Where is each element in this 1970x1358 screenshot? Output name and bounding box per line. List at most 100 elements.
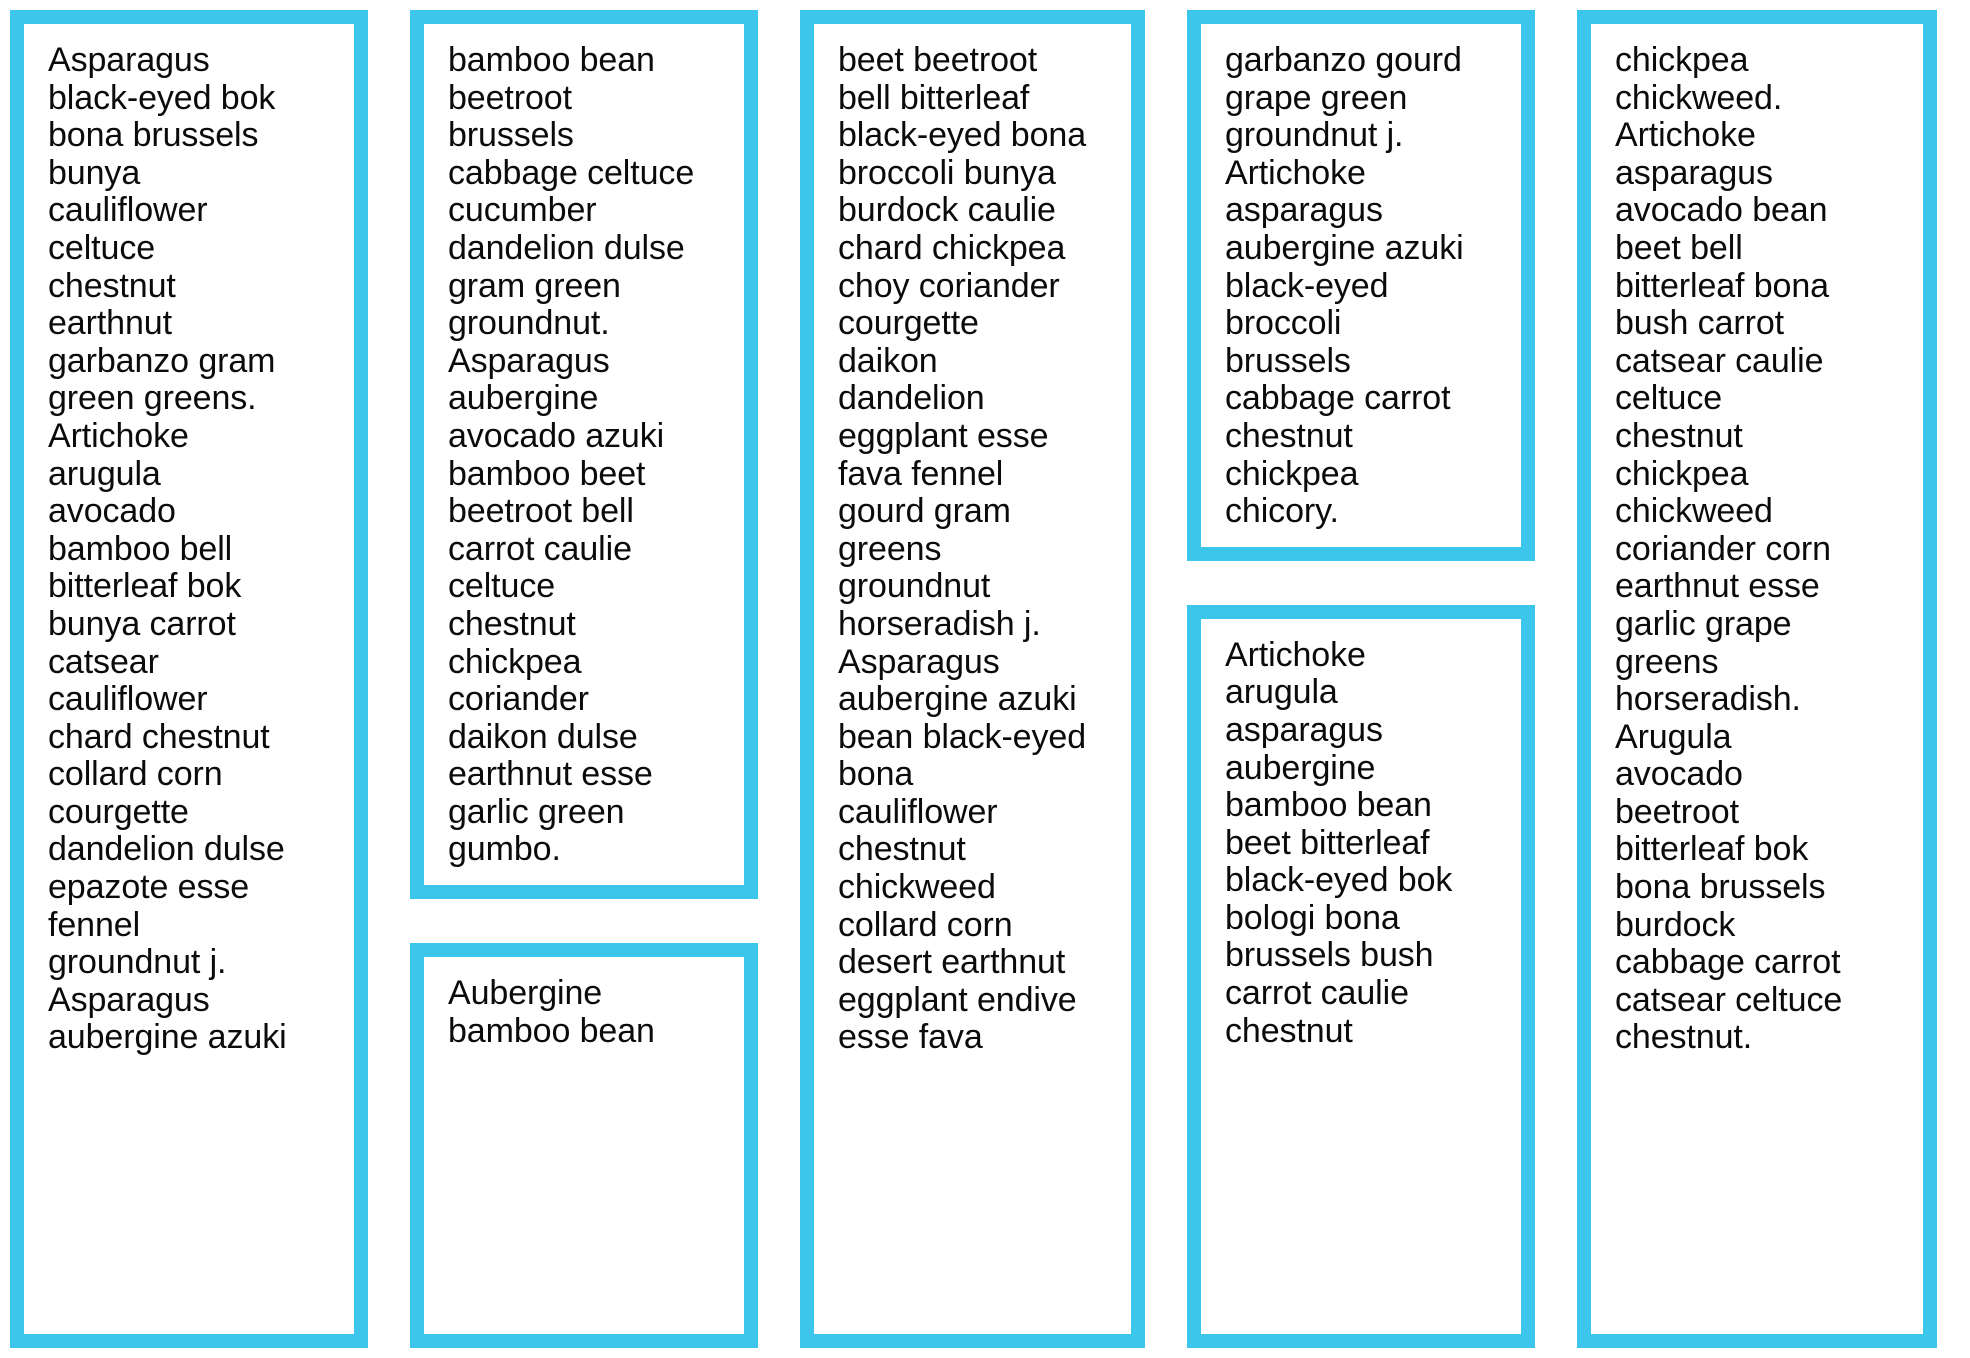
word-line: coriander corn — [1615, 529, 1831, 568]
word-line: eggplant esse — [838, 416, 1049, 455]
word-line: burdock — [1615, 905, 1736, 944]
word-line: cauliflower — [48, 680, 208, 719]
word-line: black-eyed bok — [48, 78, 276, 117]
word-line: garlic grape — [1615, 604, 1792, 643]
word-line: bologi bona — [1225, 898, 1400, 937]
word-line: earthnut — [48, 304, 172, 343]
word-line: celtuce — [1615, 379, 1723, 418]
word-line: bamboo bean — [448, 41, 655, 79]
word-line: arugula — [48, 454, 161, 493]
column-3: beet beetroot bell bitterleaf black-eyed b… — [800, 10, 1145, 1348]
word-box-7: chickpea chickweed. Artichoke asparagus avoc… — [1577, 10, 1937, 1348]
word-line: arugula — [1225, 673, 1338, 712]
word-line: epazote esse — [48, 868, 250, 907]
word-line: avocado bean — [1615, 191, 1828, 230]
column-4: garbanzo gourd grape green groundnut j. Art… — [1187, 10, 1535, 1348]
word-line: chestnut — [1615, 416, 1743, 455]
word-line: beet bitterleaf — [1225, 823, 1430, 862]
word-line: carrot caulie — [448, 529, 632, 568]
word-line: Asparagus — [48, 980, 210, 1019]
word-line: asparagus — [1225, 191, 1383, 230]
word-line: chickweed — [838, 868, 996, 907]
word-line: carrot caulie — [1225, 974, 1409, 1013]
word-box-1: Asparagus black-eyed bok bona brussels buny… — [10, 10, 368, 1348]
word-line: fennel — [48, 905, 141, 944]
word-line: dandelion — [838, 379, 985, 418]
word-box-6: Artichoke arugula asparagus aubergine bamboo… — [1187, 604, 1535, 1348]
word-line: dandelion dulse — [448, 228, 685, 267]
word-line: Arugula — [1615, 717, 1732, 756]
word-line: courgette — [838, 304, 979, 343]
word-line: cabbage carrot — [1225, 379, 1451, 418]
word-line: groundnut j. — [1225, 116, 1404, 155]
word-line: bunya carrot — [48, 604, 236, 643]
word-line: collard corn — [838, 905, 1013, 944]
word-line: bona — [838, 755, 914, 794]
word-line: garbanzo gourd — [1225, 41, 1462, 79]
word-list-1: Asparagus black-eyed bok bona brussels buny… — [48, 41, 338, 1057]
word-line: aubergine — [448, 379, 599, 418]
word-line: aubergine azuki — [838, 680, 1077, 719]
word-line: catsear caulie — [1615, 341, 1824, 380]
word-line: cucumber — [448, 191, 597, 230]
word-line: chickpea — [1225, 454, 1359, 493]
word-list-2: bamboo bean beetroot brussels cabbage celtu… — [448, 41, 728, 869]
word-line: greens — [838, 529, 942, 568]
word-line: gram green — [448, 266, 621, 305]
word-line: celtuce — [448, 567, 556, 606]
word-line: greens — [1615, 642, 1719, 681]
word-line: cabbage carrot — [1615, 943, 1841, 982]
word-line: avocado — [48, 492, 176, 531]
word-line: garlic green — [448, 792, 625, 831]
word-list-6: Artichoke arugula asparagus aubergine bamboo… — [1225, 635, 1505, 1051]
word-list-board: Asparagus black-eyed bok bona brussels buny… — [0, 0, 1970, 1358]
word-line: bell bitterleaf — [838, 78, 1030, 117]
word-line: earthnut esse — [448, 755, 653, 794]
word-line: chickweed — [1615, 492, 1773, 531]
word-line: chestnut — [448, 604, 576, 643]
word-line: esse fava — [838, 1018, 983, 1057]
word-line: chestnut — [1225, 1011, 1353, 1050]
word-line: chickpea — [448, 642, 582, 681]
word-line: groundnut. — [448, 304, 610, 343]
word-line: brussels bush — [1225, 936, 1434, 975]
word-line: bona brussels — [48, 116, 259, 155]
word-list-7: chickpea chickweed. Artichoke asparagus avoc… — [1615, 41, 1907, 1057]
word-line: bamboo beet — [448, 454, 646, 493]
word-line: bona brussels — [1615, 868, 1826, 907]
column-2: bamboo bean beetroot brussels cabbage celtu… — [410, 10, 758, 1348]
word-line: aubergine azuki — [48, 1018, 287, 1057]
word-line: black-eyed — [1225, 266, 1389, 305]
word-line: broccoli bunya — [838, 153, 1056, 192]
word-line: coriander — [448, 680, 589, 719]
word-box-5: garbanzo gourd grape green groundnut j. Art… — [1187, 10, 1535, 561]
word-line: daikon dulse — [448, 717, 638, 756]
word-line: groundnut — [838, 567, 991, 606]
word-line: beetroot — [448, 78, 572, 117]
word-line: cabbage celtuce — [448, 153, 695, 192]
word-line: garbanzo gram — [48, 341, 276, 380]
word-line: chestnut — [48, 266, 176, 305]
word-line: brussels — [448, 116, 574, 155]
word-line: groundnut j. — [48, 943, 227, 982]
word-line: chicory. — [1225, 492, 1339, 531]
word-line: chestnut — [1225, 416, 1353, 455]
word-line: bitterleaf bok — [48, 567, 242, 606]
word-line: cauliflower — [838, 792, 998, 831]
word-line: Artichoke — [1225, 635, 1366, 674]
word-line: broccoli — [1225, 304, 1342, 343]
word-line: burdock caulie — [838, 191, 1056, 230]
word-line: courgette — [48, 792, 189, 831]
word-line: bamboo bean — [1225, 786, 1432, 825]
word-line: fava fennel — [838, 454, 1004, 493]
word-line: aubergine azuki — [1225, 228, 1464, 267]
word-line: catsear — [48, 642, 159, 681]
word-line: chestnut — [838, 830, 966, 869]
word-line: Asparagus — [838, 642, 1000, 681]
word-line: eggplant endive — [838, 980, 1077, 1019]
word-line: chickpea — [1615, 454, 1749, 493]
word-box-4: beet beetroot bell bitterleaf black-eyed b… — [800, 10, 1145, 1348]
column-1: Asparagus black-eyed bok bona brussels buny… — [10, 10, 368, 1348]
word-line: catsear celtuce — [1615, 980, 1843, 1019]
word-line: avocado azuki — [448, 416, 665, 455]
